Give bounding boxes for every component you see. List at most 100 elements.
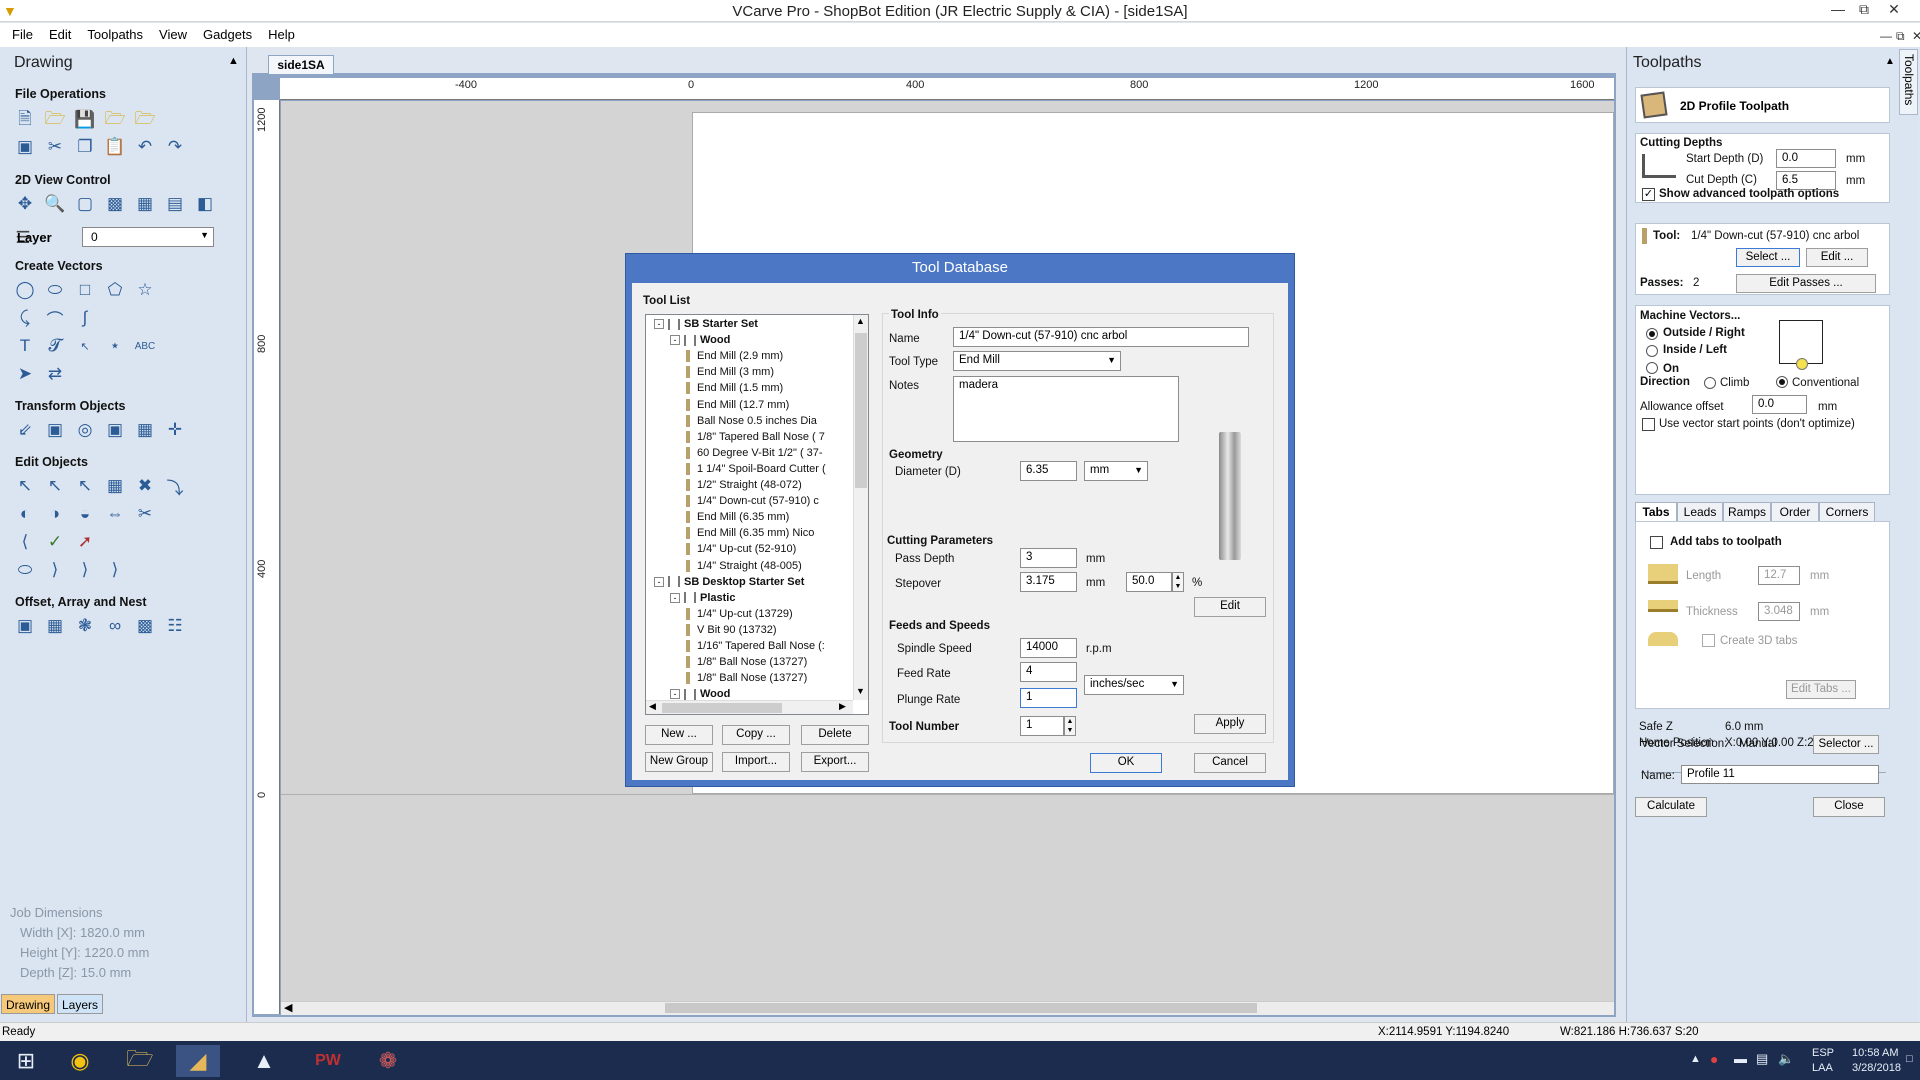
pin-icon[interactable]: ▲ bbox=[1885, 56, 1895, 67]
import-component-icon[interactable]: 🗁 bbox=[134, 109, 156, 131]
copy-along-icon[interactable]: ∞ bbox=[104, 615, 126, 637]
tool-type-select[interactable]: End Mill ▼ bbox=[953, 351, 1121, 371]
ungroup-icon[interactable]: ✖ bbox=[134, 475, 156, 497]
tree-group-item[interactable]: - SB Starter Set bbox=[654, 318, 758, 330]
outside-radio[interactable] bbox=[1646, 328, 1658, 340]
selector-button[interactable]: Selector ... bbox=[1813, 735, 1879, 754]
tree-collapse-icon[interactable]: - bbox=[654, 576, 664, 587]
keyboard-layout[interactable]: LAA bbox=[1812, 1062, 1833, 1074]
keyboard-language[interactable]: ESP bbox=[1812, 1047, 1834, 1059]
tree-tool-item[interactable]: 1/4" Up-cut (52-910) bbox=[686, 543, 796, 556]
start-icon[interactable]: ⊞ bbox=[4, 1045, 48, 1077]
close-vectors-icon[interactable]: ⬭ bbox=[14, 559, 36, 581]
tree-tool-item[interactable]: End Mill (3 mm) bbox=[686, 366, 774, 379]
save-icon[interactable]: 💾 bbox=[74, 109, 96, 131]
tab-tabs[interactable]: Tabs bbox=[1635, 502, 1677, 522]
clock-time[interactable]: 10:58 AM bbox=[1852, 1047, 1898, 1059]
new-tool-button[interactable]: New ... bbox=[645, 725, 713, 745]
layer-select[interactable]: 0 ▼ bbox=[82, 227, 214, 247]
tree-tool-item[interactable]: 1/2" Straight (48-072) bbox=[686, 479, 802, 492]
subtract-icon[interactable]: ◑ bbox=[44, 503, 66, 525]
tree-tool-item[interactable]: End Mill (6.35 mm) bbox=[686, 511, 789, 524]
plunge-rate-input[interactable]: 1 bbox=[1020, 688, 1077, 708]
scroll-down-icon[interactable]: ▼ bbox=[856, 686, 865, 696]
join-icon[interactable]: ⤵ bbox=[164, 475, 186, 498]
layer-view-icon[interactable]: ▤ bbox=[164, 193, 186, 215]
stepover-percent-input[interactable]: 50.0 bbox=[1126, 572, 1172, 592]
pw3d-icon[interactable]: PW bbox=[306, 1045, 350, 1077]
document-tab[interactable]: side1SA bbox=[268, 55, 334, 74]
paste-icon[interactable]: 📋 bbox=[104, 136, 126, 158]
align-icon[interactable]: ▦ bbox=[134, 419, 156, 441]
tray-app-icon[interactable]: ● bbox=[1710, 1051, 1718, 1067]
create-3d-tabs-checkbox[interactable] bbox=[1702, 634, 1715, 647]
tree-group-item[interactable]: - Plastic bbox=[670, 592, 735, 604]
file-explorer-icon[interactable]: 🗁 bbox=[118, 1045, 162, 1077]
polygon-icon[interactable]: ⬠ bbox=[104, 279, 126, 301]
diameter-unit-select[interactable]: mm ▼ bbox=[1084, 461, 1148, 481]
tree-tool-item[interactable]: End Mill (2.9 mm) bbox=[686, 350, 783, 363]
block-copy-icon[interactable]: ▦ bbox=[44, 615, 66, 637]
toolpath-name-input[interactable]: Profile 11 bbox=[1681, 765, 1879, 784]
spiral-icon[interactable]: ∫ bbox=[74, 307, 96, 329]
pin-icon[interactable]: ▲ bbox=[228, 55, 239, 67]
new-group-button[interactable]: New Group bbox=[645, 752, 713, 772]
import-icon[interactable]: 🗁 bbox=[104, 109, 126, 131]
tree-group-item[interactable]: - Wood bbox=[670, 688, 730, 700]
restore-icon[interactable]: ⧉ bbox=[1852, 1, 1876, 18]
scrollbar-thumb[interactable] bbox=[662, 703, 782, 713]
menu-gadgets[interactable]: Gadgets bbox=[195, 23, 260, 42]
zoom-icon[interactable]: 🔍 bbox=[44, 193, 66, 215]
apply-button[interactable]: Apply bbox=[1194, 714, 1266, 734]
edit-tool-button[interactable]: Edit ... bbox=[1806, 248, 1868, 267]
node-edit-icon[interactable]: ➤ bbox=[14, 363, 36, 385]
add-tabs-checkbox[interactable] bbox=[1650, 536, 1663, 549]
on-radio[interactable] bbox=[1646, 362, 1658, 374]
clock-date[interactable]: 3/28/2018 bbox=[1852, 1062, 1901, 1074]
length-input[interactable]: 12.7 bbox=[1758, 566, 1800, 585]
cut-icon[interactable]: ✂ bbox=[44, 136, 66, 158]
curve-icon[interactable]: ⌒ bbox=[44, 307, 66, 330]
tool-number-input[interactable]: 1 bbox=[1020, 716, 1064, 736]
calculate-button[interactable]: Calculate bbox=[1635, 797, 1707, 817]
diameter-input[interactable]: 6.35 bbox=[1020, 461, 1077, 481]
extend-icon[interactable]: ⟩ bbox=[44, 559, 66, 581]
scroll-up-icon[interactable]: ▲ bbox=[856, 316, 865, 326]
fillet-icon[interactable]: ⇔ bbox=[104, 503, 126, 525]
zoom-extents-icon[interactable]: ▢ bbox=[74, 193, 96, 215]
tree-collapse-icon[interactable]: - bbox=[670, 335, 680, 346]
close-icon[interactable]: ✕ bbox=[1882, 1, 1906, 18]
tree-tool-item[interactable]: 1/4" Straight (48-005) bbox=[686, 560, 802, 572]
import-tool-button[interactable]: Import... bbox=[722, 752, 790, 772]
toggle-view-icon[interactable]: ▦ bbox=[134, 193, 156, 215]
weld-icon[interactable]: ◐ bbox=[14, 503, 36, 525]
tree-tool-item[interactable]: End Mill (12.7 mm) bbox=[686, 399, 789, 411]
tree-tool-item[interactable]: 1/4" Down-cut (57-910) c bbox=[686, 495, 819, 508]
star-icon[interactable]: ☆ bbox=[134, 279, 156, 301]
vcarve-taskbar-icon[interactable]: ◢ bbox=[176, 1045, 220, 1077]
circle-icon[interactable]: ◯ bbox=[14, 279, 36, 301]
text-on-curve-icon[interactable]: ABC bbox=[134, 335, 156, 357]
tree-tool-item[interactable]: 1/8" Ball Nose (13727) bbox=[686, 656, 807, 669]
tab-order[interactable]: Order bbox=[1771, 502, 1819, 522]
tree-tool-item[interactable]: End Mill (6.35 mm) Nico bbox=[686, 527, 814, 540]
open-file-icon[interactable]: 🗁 bbox=[44, 109, 66, 131]
thickness-input[interactable]: 3.048 bbox=[1758, 602, 1800, 621]
preview-icon[interactable]: ◧ bbox=[194, 193, 216, 215]
tray-chevron-icon[interactable]: ▲ bbox=[1690, 1053, 1701, 1065]
tree-group-item[interactable]: - Wood bbox=[670, 334, 730, 346]
app-taskbar-icon[interactable]: ▲ bbox=[242, 1045, 286, 1077]
rate-unit-select[interactable]: inches/sec ▼ bbox=[1084, 675, 1184, 695]
scroll-left-icon[interactable]: ◀ bbox=[284, 1001, 292, 1014]
climb-radio[interactable] bbox=[1704, 377, 1716, 389]
rectangle-icon[interactable]: □ bbox=[74, 279, 96, 301]
tree-tool-item[interactable]: 1/8" Tapered Ball Nose ( 7 bbox=[686, 431, 825, 443]
close-button[interactable]: Close bbox=[1813, 797, 1885, 817]
tree-tool-item[interactable]: V Bit 90 (13732) bbox=[686, 624, 777, 636]
group-icon[interactable]: ▦ bbox=[104, 475, 126, 497]
ok-button[interactable]: OK bbox=[1090, 753, 1162, 773]
distort-icon[interactable]: ✛ bbox=[164, 419, 186, 441]
export-tool-button[interactable]: Export... bbox=[801, 752, 869, 772]
tree-tool-item[interactable]: 1 1/4" Spoil-Board Cutter ( bbox=[686, 463, 826, 475]
menu-file[interactable]: File bbox=[0, 23, 41, 42]
